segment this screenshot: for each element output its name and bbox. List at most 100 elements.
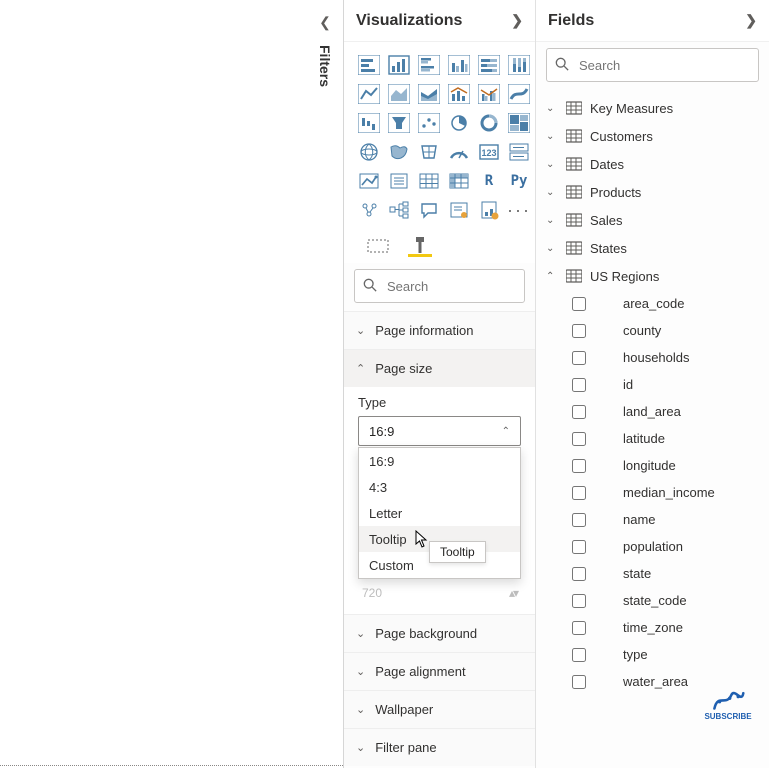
field-checkbox[interactable] [572,459,586,473]
field-checkbox[interactable] [572,648,586,662]
section-filter-pane[interactable]: ⌄ Filter pane [344,728,535,766]
field-checkbox[interactable] [572,378,586,392]
line-clustered-column-icon[interactable] [476,81,502,107]
section-page-alignment[interactable]: ⌄ Page alignment [344,652,535,690]
chevron-down-icon: ⌄ [546,215,558,226]
chevron-down-icon: ⌄ [546,131,558,142]
table-row[interactable]: ⌄Dates [538,150,767,178]
field-row[interactable]: state_code [538,587,767,614]
table-row[interactable]: ⌃US Regions [538,262,767,290]
filters-pane-collapsed[interactable]: Filters [307,0,343,768]
waterfall-chart-icon[interactable] [356,110,382,136]
section-wallpaper[interactable]: ⌄ Wallpaper [344,690,535,728]
field-checkbox[interactable] [572,351,586,365]
decomposition-tree-icon[interactable] [386,197,412,223]
clustered-bar-chart-icon[interactable] [416,52,442,78]
slicer-icon[interactable] [386,168,412,194]
line-chart-icon[interactable] [356,81,382,107]
field-row[interactable]: county [538,317,767,344]
fields-search[interactable] [546,48,759,82]
field-row[interactable]: longitude [538,452,767,479]
funnel-chart-icon[interactable] [386,110,412,136]
shape-map-icon[interactable] [416,139,442,165]
field-checkbox[interactable] [572,324,586,338]
stacked-area-chart-icon[interactable] [416,81,442,107]
field-row[interactable]: name [538,506,767,533]
scatter-chart-icon[interactable] [416,110,442,136]
field-row[interactable]: median_income [538,479,767,506]
field-checkbox[interactable] [572,405,586,419]
hundred-stacked-column-icon[interactable] [506,52,532,78]
area-chart-icon[interactable] [386,81,412,107]
field-checkbox[interactable] [572,594,586,608]
page-size-type-select[interactable]: 16:9 ⌃ [358,416,521,446]
filled-map-icon[interactable] [386,139,412,165]
format-search-input[interactable] [385,278,516,295]
field-checkbox[interactable] [572,513,586,527]
page-size-type-label: Type [358,395,521,410]
map-icon[interactable] [356,139,382,165]
fields-search-input[interactable] [577,57,750,74]
field-checkbox[interactable] [572,540,586,554]
matrix-icon[interactable] [446,168,472,194]
search-icon [555,57,569,74]
table-row[interactable]: ⌄Products [538,178,767,206]
stacked-bar-chart-icon[interactable] [356,52,382,78]
section-page-information[interactable]: ⌄ Page information [344,311,535,349]
more-visuals-icon[interactable]: ··· [506,197,532,223]
field-row[interactable]: time_zone [538,614,767,641]
dropdown-option[interactable]: 4:3 [359,474,520,500]
field-row[interactable]: state [538,560,767,587]
table-row[interactable]: ⌄Customers [538,122,767,150]
format-search[interactable] [354,269,525,303]
table-row[interactable]: ⌄States [538,234,767,262]
table-row[interactable]: ⌄Key Measures [538,94,767,122]
r-visual-icon[interactable]: R [476,168,502,194]
donut-chart-icon[interactable] [476,110,502,136]
field-row[interactable]: land_area [538,398,767,425]
paginated-report-icon[interactable] [476,197,502,223]
chevron-right-icon[interactable] [511,12,523,29]
fields-tab[interactable] [366,235,390,257]
ribbon-chart-icon[interactable] [506,81,532,107]
height-ghost-value: 720 [362,586,382,600]
field-name: state_code [623,593,687,608]
key-influencers-icon[interactable] [356,197,382,223]
clustered-column-chart-icon[interactable] [446,52,472,78]
field-checkbox[interactable] [572,567,586,581]
pie-chart-icon[interactable] [446,110,472,136]
python-visual-icon[interactable]: Py [506,168,532,194]
card-icon[interactable]: 123 [476,139,502,165]
chevron-right-icon[interactable] [745,12,757,29]
table-name: Sales [590,213,623,228]
table-row[interactable]: ⌄ Sales [538,206,767,234]
smart-narrative-icon[interactable] [446,197,472,223]
field-checkbox[interactable] [572,297,586,311]
format-tab[interactable] [408,235,432,257]
field-checkbox[interactable] [572,432,586,446]
line-stacked-column-icon[interactable] [446,81,472,107]
subscribe-badge[interactable]: SUBSCRIBE [697,688,759,728]
field-checkbox[interactable] [572,621,586,635]
kpi-icon[interactable] [356,168,382,194]
hundred-stacked-bar-icon[interactable] [476,52,502,78]
field-row[interactable]: population [538,533,767,560]
table-visual-icon[interactable] [416,168,442,194]
gauge-icon[interactable] [446,139,472,165]
field-checkbox[interactable] [572,675,586,689]
section-page-background[interactable]: ⌄ Page background [344,614,535,652]
field-row[interactable]: households [538,344,767,371]
section-page-size[interactable]: ⌃ Page size [344,349,535,387]
chevron-left-icon [319,14,331,31]
dropdown-option[interactable]: Letter [359,500,520,526]
field-row[interactable]: latitude [538,425,767,452]
field-checkbox[interactable] [572,486,586,500]
multi-row-card-icon[interactable] [506,139,532,165]
treemap-chart-icon[interactable] [506,110,532,136]
stacked-column-chart-icon[interactable] [386,52,412,78]
qna-visual-icon[interactable] [416,197,442,223]
dropdown-option[interactable]: 16:9 [359,448,520,474]
field-row[interactable]: area_code [538,290,767,317]
field-row[interactable]: id [538,371,767,398]
field-row[interactable]: type [538,641,767,668]
